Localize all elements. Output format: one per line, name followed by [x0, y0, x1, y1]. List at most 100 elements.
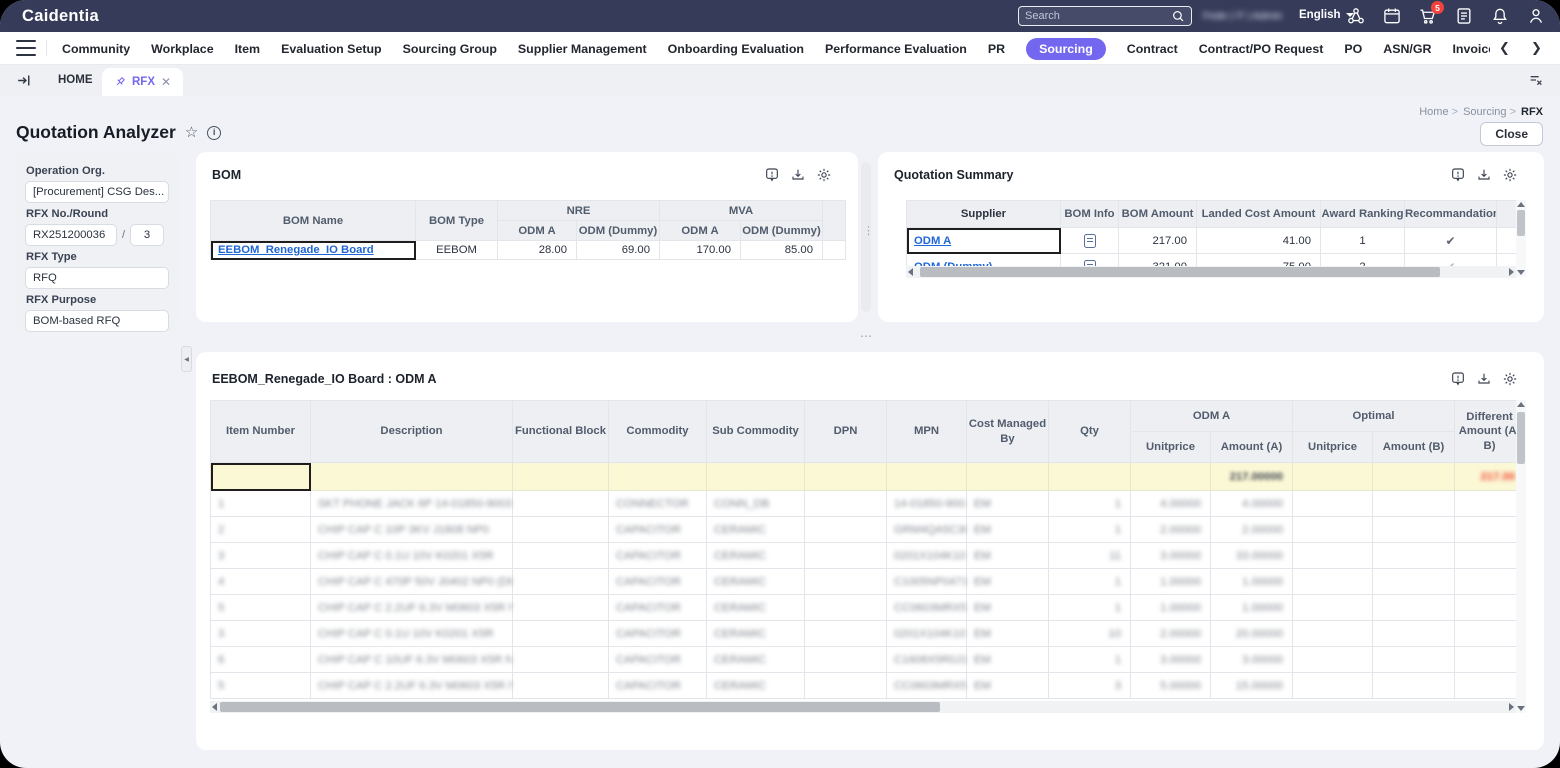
optimal-amount-cell[interactable]: [1372, 516, 1456, 543]
odm-a-unitprice-cell[interactable]: 4.00000: [1130, 490, 1211, 517]
bom-amount-cell[interactable]: 321.00: [1118, 253, 1197, 267]
bell-icon[interactable]: [1490, 6, 1510, 26]
menu-icon[interactable]: [16, 40, 36, 56]
calendar-icon[interactable]: [1382, 6, 1402, 26]
description-cell[interactable]: CHIP CAP C 470P 50V J0402 NP0 (DELL): [310, 568, 513, 595]
search-icon[interactable]: [1171, 9, 1185, 23]
different-amount-cell[interactable]: [1454, 516, 1516, 543]
tab-rfx[interactable]: RFX ✕: [102, 68, 184, 96]
item-number-cell[interactable]: 3: [210, 542, 311, 569]
dpn-cell[interactable]: [804, 672, 887, 699]
nav-item-community[interactable]: Community: [62, 42, 130, 56]
cost-managed-by-cell[interactable]: EM: [966, 646, 1049, 673]
horizontal-splitter-handle[interactable]: [196, 329, 1544, 346]
nav-item-evaluation-setup[interactable]: Evaluation Setup: [281, 42, 382, 56]
table-row[interactable]: 3 CHIP CAP C 0.1U 10V K0201 X5R CAPACITO…: [210, 620, 1516, 647]
feedback-icon[interactable]: [764, 167, 780, 183]
odm-a-amount-cell[interactable]: 33.00000: [1209, 542, 1294, 569]
pin-icon[interactable]: [114, 76, 126, 88]
dpn-cell[interactable]: [804, 490, 887, 517]
different-amount-cell[interactable]: [1454, 594, 1516, 621]
different-amount-cell[interactable]: [1454, 490, 1516, 517]
commodity-cell[interactable]: CAPACITOR: [608, 568, 707, 595]
rfx-type-value[interactable]: RFQ: [25, 267, 169, 289]
nav-item-item[interactable]: Item: [235, 42, 260, 56]
functional-block-cell[interactable]: [512, 646, 609, 673]
optimal-amount-cell[interactable]: [1372, 490, 1456, 517]
dpn-cell[interactable]: [804, 646, 887, 673]
description-cell[interactable]: CHIP CAP C 10P 3KV J1808 NP0: [310, 516, 513, 543]
qty-cell[interactable]: 1: [1048, 594, 1131, 621]
nav-item-performance-evaluation[interactable]: Performance Evaluation: [825, 42, 967, 56]
rfx-purpose-value[interactable]: BOM-based RFQ: [25, 310, 169, 332]
item-number-cell[interactable]: 1: [210, 490, 311, 517]
mpn-cell[interactable]: C1608X5R0J10: [886, 646, 967, 673]
qty-cell[interactable]: 3: [1048, 672, 1131, 699]
recommendation-cell[interactable]: ✔: [1404, 253, 1497, 267]
commodity-cell[interactable]: CAPACITOR: [608, 594, 707, 621]
cost-managed-by-cell[interactable]: EM: [966, 594, 1049, 621]
rfx-round-value[interactable]: 3: [130, 224, 165, 246]
vertical-splitter-handle[interactable]: [861, 162, 874, 312]
nav-item-supplier-management[interactable]: Supplier Management: [518, 42, 647, 56]
odm-a-amount-cell[interactable]: 2.00000: [1209, 516, 1294, 543]
optimal-amount-cell[interactable]: [1372, 594, 1456, 621]
qs-horizontal-scrollbar[interactable]: [906, 266, 1516, 278]
table-row[interactable]: 4 CHIP CAP C 470P 50V J0402 NP0 (DELL) C…: [210, 568, 1516, 595]
dpn-cell[interactable]: [804, 620, 887, 647]
settings-gear-icon[interactable]: [1502, 167, 1518, 183]
cost-managed-by-cell[interactable]: EM: [966, 542, 1049, 569]
supplier-cell[interactable]: ODM A: [906, 227, 1061, 254]
mpn-cell[interactable]: GRM4QA5C3F1: [886, 516, 967, 543]
bom-info-cell[interactable]: [1060, 227, 1119, 254]
odm-a-amount-cell[interactable]: 4.00000: [1209, 490, 1294, 517]
sub-commodity-cell[interactable]: CERAMIC: [706, 516, 805, 543]
odm-a-amount-cell[interactable]: 15.00000: [1209, 672, 1294, 699]
nav-item-contract[interactable]: Contract: [1127, 42, 1178, 56]
bom-info-doc-icon[interactable]: [1083, 233, 1096, 248]
bom-name-cell[interactable]: EEBOM_Renegade_IO Board: [210, 240, 416, 260]
recommendation-cell[interactable]: ✔: [1404, 227, 1497, 254]
bom-amount-cell[interactable]: 217.00: [1118, 227, 1197, 254]
different-amount-cell[interactable]: [1454, 542, 1516, 569]
search-input[interactable]: [1025, 10, 1171, 22]
odm-a-unitprice-cell[interactable]: 1.00000: [1130, 594, 1211, 621]
mpn-cell[interactable]: C1005NP0471J: [886, 568, 967, 595]
mpn-cell[interactable]: 14-01850-9003: [886, 490, 967, 517]
odm-a-amount-cell[interactable]: 1.00000: [1209, 594, 1294, 621]
notes-icon[interactable]: [1454, 6, 1474, 26]
nav-item-sourcing-active[interactable]: Sourcing: [1026, 37, 1106, 60]
sub-commodity-cell[interactable]: CERAMIC: [706, 672, 805, 699]
optimal-unitprice-cell[interactable]: [1292, 620, 1374, 647]
optimal-unitprice-cell[interactable]: [1292, 542, 1374, 569]
award-ranking-cell[interactable]: 1: [1320, 227, 1405, 254]
odm-a-unitprice-cell[interactable]: 1.00000: [1130, 568, 1211, 595]
nav-item-pr[interactable]: PR: [988, 42, 1005, 56]
bom-info-cell[interactable]: [1060, 253, 1119, 267]
user-icon[interactable]: [1526, 6, 1546, 26]
landed-cost-cell[interactable]: 41.00: [1196, 227, 1321, 254]
global-search[interactable]: [1018, 6, 1192, 26]
dpn-cell[interactable]: [804, 516, 887, 543]
dpn-cell[interactable]: [804, 594, 887, 621]
favorite-star-icon[interactable]: ☆: [185, 125, 198, 140]
nav-item-po[interactable]: PO: [1344, 42, 1362, 56]
cost-managed-by-cell[interactable]: EM: [966, 490, 1049, 517]
functional-block-cell[interactable]: [512, 516, 609, 543]
table-row[interactable]: 6 CHIP CAP C 10UF 6.3V M0603 X5R NON- CA…: [210, 646, 1516, 673]
table-row[interactable]: 5 CHIP CAP C 2.2UF 6.3V M0603 X5R NON- C…: [210, 594, 1516, 621]
nav-item-invoice-tax-bill[interactable]: Invoice/Tax Bill: [1452, 42, 1490, 56]
optimal-amount-cell[interactable]: [1372, 620, 1456, 647]
rfx-no-value[interactable]: RX251200036: [25, 224, 117, 246]
odm-a-unitprice-cell[interactable]: 2.00000: [1130, 516, 1211, 543]
functional-block-cell[interactable]: [512, 620, 609, 647]
item-number-cell[interactable]: 5: [210, 594, 311, 621]
odm-a-unitprice-cell[interactable]: 2.00000: [1130, 620, 1211, 647]
odm-a-amount-cell[interactable]: 3.00000: [1209, 646, 1294, 673]
nre-odm-dummy-cell[interactable]: 69.00: [576, 240, 660, 260]
breadcrumb-sourcing[interactable]: Sourcing: [1463, 106, 1516, 118]
optimal-amount-cell[interactable]: [1372, 542, 1456, 569]
mva-odm-dummy-cell[interactable]: 85.00: [740, 240, 823, 260]
description-cell[interactable]: CHIP CAP C 0.1U 10V K0201 X5R: [310, 620, 513, 647]
breadcrumb-home[interactable]: Home: [1419, 106, 1458, 118]
